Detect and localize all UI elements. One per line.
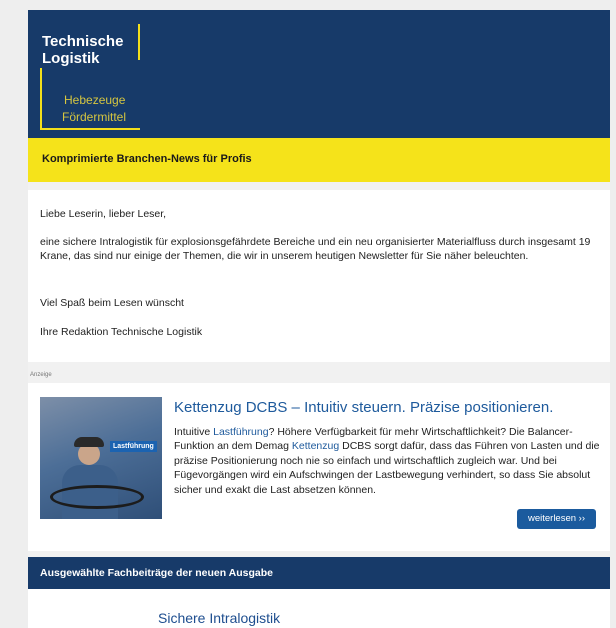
logo-text-technische: Technische: [42, 33, 124, 50]
tagline-bar: Komprimierte Branchen-News für Profis: [28, 138, 610, 182]
newsletter-page: Technische Logistik Hebezeuge Fördermitt…: [28, 10, 610, 628]
intro-greeting: Liebe Leserin, lieber Leser,: [40, 208, 167, 220]
logo-text-foerdermittel: Fördermittel: [62, 110, 127, 124]
intro-text: Liebe Leserin, lieber Leser, eine sicher…: [28, 190, 610, 362]
section-header: Ausgewählte Fachbeiträge der neuen Ausga…: [28, 557, 610, 589]
ad-link-kettenzug[interactable]: Kettenzug: [292, 440, 339, 452]
ad-title[interactable]: Kettenzug DCBS – Intuitiv steuern. Präzi…: [174, 399, 553, 416]
article-title[interactable]: Sichere Intralogistik: [158, 610, 280, 626]
logo-text-hebezeuge: Hebezeuge: [64, 93, 126, 107]
ad-image-person-cap: [74, 437, 104, 447]
intro-closing: Viel Spaß beim Lesen wünscht: [40, 297, 184, 309]
tagline: Komprimierte Branchen-News für Profis: [42, 153, 252, 165]
intro-signature: Ihre Redaktion Technische Logistik: [40, 326, 203, 338]
logo[interactable]: Technische Logistik Hebezeuge Fördermitt…: [40, 24, 170, 130]
ad-image[interactable]: Lastführung: [40, 397, 162, 519]
article-teaser: Sichere Intralogistik: [28, 589, 610, 628]
ad-text-part-1: Intuitive: [174, 426, 214, 438]
ad-image-tag: Lastführung: [110, 441, 157, 452]
ad-link-lastfuehrung[interactable]: Lastführung: [213, 426, 268, 438]
ad-label: Anzeige: [30, 372, 52, 378]
ad-block: Lastführung Kettenzug DCBS – Intuitiv st…: [28, 383, 610, 551]
read-more-button[interactable]: weiterlesen ››: [517, 509, 596, 529]
section-title: Ausgewählte Fachbeiträge der neuen Ausga…: [40, 567, 273, 579]
ad-text: Intuitive Lastführung? Höhere Verfügbark…: [174, 425, 602, 497]
logo-frame-left: [40, 68, 42, 128]
header-banner: Technische Logistik Hebezeuge Fördermitt…: [28, 10, 610, 138]
logo-frame-top: [138, 24, 140, 60]
logo-text-logistik: Logistik: [42, 50, 100, 67]
ad-image-handle: [50, 485, 144, 509]
logo-frame-bottom: [40, 128, 140, 130]
intro-body: eine sichere Intralogistik für explosion…: [40, 236, 591, 262]
